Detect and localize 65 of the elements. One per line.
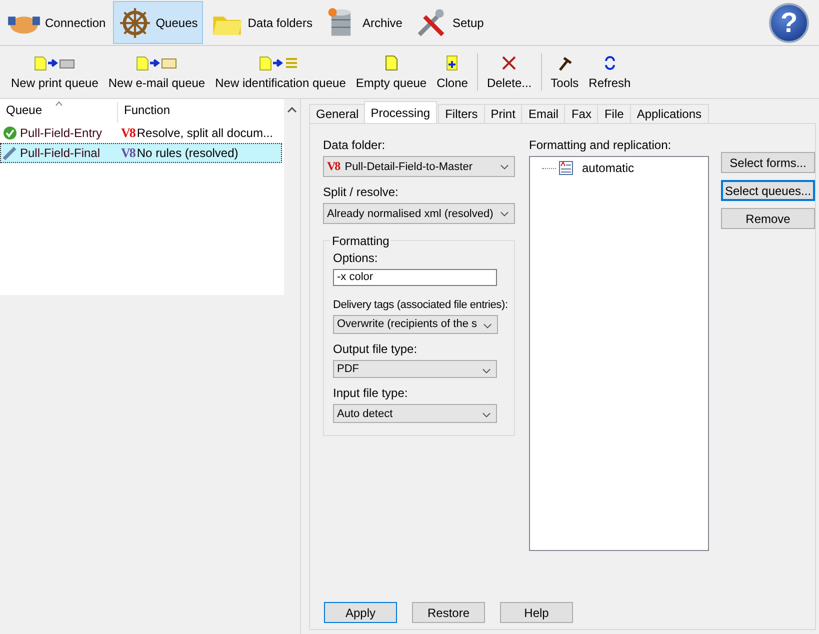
options-field[interactable]: -x color bbox=[333, 269, 497, 286]
field-label: Data folder: bbox=[323, 138, 386, 152]
field-label: Output file type: bbox=[333, 342, 418, 356]
dropdown[interactable]: Overwrite (recipients of the s bbox=[333, 314, 498, 334]
scroll-up-icon[interactable] bbox=[287, 107, 297, 113]
toolbar-button[interactable]: Tools bbox=[546, 54, 584, 90]
hammer-icon bbox=[556, 54, 573, 70]
help-button[interactable]: ? bbox=[769, 2, 809, 42]
footer-button[interactable]: Apply bbox=[324, 602, 397, 623]
dropdown[interactable]: Already normalised xml (resolved) bbox=[323, 203, 515, 224]
field-label: Split / resolve: bbox=[323, 185, 398, 199]
document-icon bbox=[383, 54, 400, 70]
tree-item[interactable]: automatic bbox=[582, 161, 634, 175]
side-button[interactable]: Select queues... bbox=[721, 180, 815, 201]
sort-ascending-icon bbox=[55, 101, 63, 106]
version-label: V8 bbox=[121, 145, 135, 161]
field-label: Input file type: bbox=[333, 386, 408, 400]
main-toolbar-button[interactable]: Connection bbox=[2, 1, 111, 44]
toolbar-button[interactable]: Empty queue bbox=[350, 54, 432, 90]
document-plus-icon bbox=[444, 54, 460, 70]
chevron-down-icon bbox=[482, 412, 491, 418]
side-button[interactable]: Remove bbox=[721, 208, 815, 229]
field-label: Delivery tags (associated file entries): bbox=[333, 298, 508, 311]
main-toolbar-button[interactable]: Queues bbox=[112, 1, 203, 44]
form-document-icon bbox=[559, 161, 573, 175]
queue-name: Pull-Field-Final bbox=[20, 146, 102, 160]
footer-button[interactable]: Help bbox=[500, 602, 573, 623]
toolbar-button[interactable]: New print queue bbox=[6, 54, 104, 90]
tab[interactable]: Filters bbox=[438, 104, 485, 123]
footer-button[interactable]: Restore bbox=[412, 602, 485, 623]
tab[interactable]: General bbox=[309, 104, 366, 123]
toolbar-button[interactable]: New e-mail queue bbox=[103, 54, 210, 90]
main-toolbar-button[interactable]: Archive bbox=[319, 1, 408, 44]
queue-row[interactable]: Pull-Field-Final V8No rules (resolved) bbox=[0, 143, 282, 163]
ship-wheel-icon bbox=[118, 6, 152, 40]
toolbar-button[interactable]: Clone bbox=[432, 54, 473, 90]
dropdown[interactable]: V8 Pull-Detail-Field-to-Master bbox=[323, 156, 515, 177]
version-label: V8 bbox=[121, 125, 135, 141]
queue-function: Resolve, split all docum... bbox=[136, 126, 273, 140]
toolbar-button[interactable]: New identification queue bbox=[210, 54, 351, 90]
tab[interactable]: Processing bbox=[364, 101, 438, 123]
tab[interactable]: Applications bbox=[630, 104, 709, 123]
pencil-icon bbox=[3, 146, 17, 160]
chevron-down-icon bbox=[500, 164, 509, 170]
side-button[interactable]: Select forms... bbox=[721, 152, 815, 173]
toolbar-button[interactable]: Delete... bbox=[482, 54, 537, 90]
main-toolbar-button[interactable]: Data folders bbox=[204, 1, 318, 44]
check-icon bbox=[3, 126, 17, 140]
column-header[interactable]: Queue bbox=[0, 102, 118, 123]
chevron-down-icon bbox=[500, 211, 509, 217]
queue-name: Pull-Field-Entry bbox=[20, 126, 104, 140]
delete-icon bbox=[501, 54, 518, 70]
column-header[interactable]: Function bbox=[118, 102, 176, 123]
dropdown[interactable]: Auto detect bbox=[333, 404, 497, 423]
queue-row[interactable]: Pull-Field-Entry V8Resolve, split all docum... bbox=[0, 123, 282, 143]
field-label: Formatting and replication: bbox=[529, 138, 672, 152]
dropdown[interactable]: PDF bbox=[333, 360, 497, 378]
main-toolbar-button[interactable]: Setup bbox=[409, 1, 489, 44]
field-label: Options: bbox=[333, 251, 378, 265]
chevron-down-icon bbox=[482, 368, 491, 374]
toolbar-button[interactable]: Refresh bbox=[584, 54, 636, 90]
tree-view[interactable]: automatic bbox=[529, 156, 709, 551]
group-title: Formatting bbox=[330, 234, 392, 248]
queue-function: No rules (resolved) bbox=[136, 146, 238, 160]
chevron-down-icon bbox=[483, 322, 492, 329]
